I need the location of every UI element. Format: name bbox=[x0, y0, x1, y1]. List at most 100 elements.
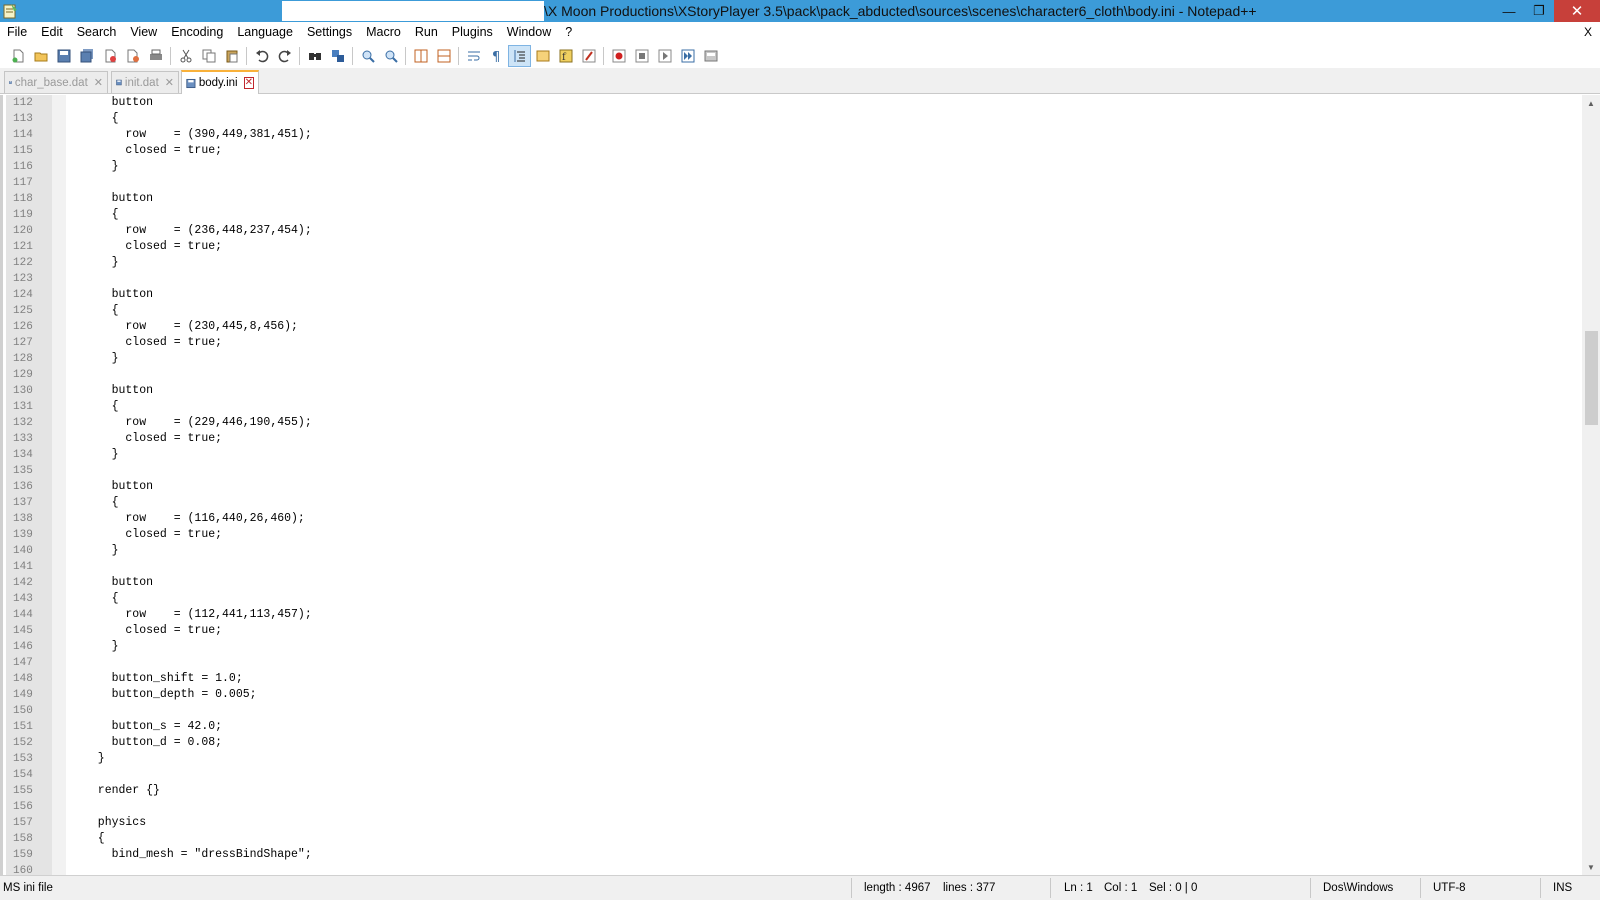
close-file-button[interactable] bbox=[98, 45, 121, 67]
line-text: button_s = 42.0; bbox=[84, 720, 223, 733]
line-number: 135 bbox=[13, 465, 33, 477]
line-text: row = (229,446,190,455); bbox=[84, 416, 312, 429]
status-lines: lines : 377 bbox=[943, 882, 996, 894]
line-number: 112 bbox=[13, 97, 33, 109]
code-line: 112 button bbox=[3, 95, 1583, 111]
line-number: 160 bbox=[13, 865, 33, 875]
line-text: closed = true; bbox=[84, 336, 223, 349]
code-line: 143 { bbox=[3, 591, 1583, 607]
title-bar: \X Moon Productions\XStoryPlayer 3.5\pac… bbox=[0, 0, 1600, 22]
saved-file-icon bbox=[9, 81, 12, 84]
redo-button[interactable] bbox=[273, 45, 296, 67]
open-file-button[interactable] bbox=[29, 45, 52, 67]
close-document-button[interactable]: X bbox=[1584, 25, 1592, 39]
toolbar-separator bbox=[603, 46, 604, 65]
paste-button[interactable] bbox=[220, 45, 243, 67]
menu-plugins[interactable]: Plugins bbox=[445, 22, 500, 43]
code-line: 116 } bbox=[3, 159, 1583, 175]
line-number: 138 bbox=[13, 513, 33, 525]
tab-close-icon[interactable]: ✕ bbox=[94, 76, 103, 89]
replace-button[interactable] bbox=[326, 45, 349, 67]
run-macro-multiple-button[interactable] bbox=[676, 45, 699, 67]
line-text: closed = true; bbox=[84, 624, 223, 637]
line-text: button bbox=[84, 96, 154, 109]
minimize-button[interactable]: — bbox=[1494, 0, 1524, 22]
line-number: 115 bbox=[13, 145, 33, 157]
tab-char-base-dat[interactable]: char_base.dat ✕ bbox=[4, 71, 108, 93]
tab-body-ini[interactable]: body.ini ✕ bbox=[181, 70, 259, 94]
folder-as-workspace-button[interactable] bbox=[577, 45, 600, 67]
scrollbar-thumb[interactable] bbox=[1585, 331, 1598, 425]
line-text: bind_mesh = "dressBindShape"; bbox=[84, 848, 312, 861]
menu-encoding[interactable]: Encoding bbox=[164, 22, 230, 43]
zoom-in-icon bbox=[362, 50, 375, 63]
stop-macro-button[interactable] bbox=[630, 45, 653, 67]
line-text: closed = true; bbox=[84, 240, 223, 253]
close-all-button[interactable] bbox=[121, 45, 144, 67]
menu-language[interactable]: Language bbox=[230, 22, 300, 43]
code-line: 159 bind_mesh = "dressBindShape"; bbox=[3, 847, 1583, 863]
code-line: 136 button bbox=[3, 479, 1583, 495]
line-text: button_d = 0.08; bbox=[84, 736, 223, 749]
zoom-out-icon bbox=[385, 50, 398, 63]
line-number: 149 bbox=[13, 689, 33, 701]
code-line: 152 button_d = 0.08; bbox=[3, 735, 1583, 751]
code-line: 160 bbox=[3, 863, 1583, 875]
menu-run[interactable]: Run bbox=[408, 22, 445, 43]
menu-settings[interactable]: Settings bbox=[300, 22, 359, 43]
line-text: { bbox=[84, 496, 119, 509]
sync-vertical-button[interactable] bbox=[409, 45, 432, 67]
window-controls: — ❐ ✕ bbox=[1494, 0, 1600, 22]
cut-button[interactable] bbox=[174, 45, 197, 67]
line-number: 118 bbox=[13, 193, 33, 205]
line-number: 117 bbox=[13, 177, 33, 189]
vertical-scrollbar[interactable]: ▲ ▼ bbox=[1582, 95, 1600, 875]
menu-file[interactable]: File bbox=[0, 22, 34, 43]
sync-horizontal-button[interactable] bbox=[432, 45, 455, 67]
scroll-down-arrow-icon[interactable]: ▼ bbox=[1582, 859, 1600, 875]
find-icon bbox=[308, 52, 321, 60]
menu-help[interactable]: ? bbox=[558, 22, 579, 43]
tab-close-icon[interactable]: ✕ bbox=[243, 77, 254, 89]
restore-button[interactable]: ❐ bbox=[1524, 0, 1554, 22]
code-line: 144 row = (112,441,113,457); bbox=[3, 607, 1583, 623]
undo-button[interactable] bbox=[250, 45, 273, 67]
tab-close-icon[interactable]: ✕ bbox=[165, 76, 174, 89]
line-number: 126 bbox=[13, 321, 33, 333]
code-line: 113 { bbox=[3, 111, 1583, 127]
editor-area[interactable]: 112 button 113 {114 row = (390,449,381,45… bbox=[0, 95, 1600, 875]
line-text: row = (230,445,8,456); bbox=[84, 320, 298, 333]
indent-guide-button[interactable] bbox=[508, 44, 531, 67]
tab-label: init.dat bbox=[124, 76, 159, 89]
play-macro-button[interactable] bbox=[653, 45, 676, 67]
scroll-up-arrow-icon[interactable]: ▲ bbox=[1582, 95, 1600, 111]
menu-macro[interactable]: Macro bbox=[359, 22, 408, 43]
tab-init-dat[interactable]: init.dat ✕ bbox=[111, 71, 179, 93]
code-line: 142 button bbox=[3, 575, 1583, 591]
menu-search[interactable]: Search bbox=[70, 22, 124, 43]
function-list-button[interactable]: f bbox=[554, 45, 577, 67]
line-number: 151 bbox=[13, 721, 33, 733]
menu-view[interactable]: View bbox=[123, 22, 164, 43]
save-macro-button[interactable] bbox=[699, 45, 722, 67]
show-all-characters-button[interactable]: ¶ bbox=[485, 45, 508, 67]
zoom-out-button[interactable] bbox=[379, 45, 402, 67]
record-macro-button[interactable] bbox=[607, 45, 630, 67]
word-wrap-button[interactable] bbox=[462, 45, 485, 67]
code-line: 131 { bbox=[3, 399, 1583, 415]
code-line: 117 bbox=[3, 175, 1583, 191]
copy-button[interactable] bbox=[197, 45, 220, 67]
save-all-button[interactable] bbox=[75, 45, 98, 67]
line-text: { bbox=[84, 400, 119, 413]
new-file-button[interactable] bbox=[6, 45, 29, 67]
save-button[interactable] bbox=[52, 45, 75, 67]
zoom-in-button[interactable] bbox=[356, 45, 379, 67]
menu-edit[interactable]: Edit bbox=[34, 22, 70, 43]
find-button[interactable] bbox=[303, 45, 326, 67]
notepad-plus-plus-logo-icon bbox=[3, 4, 17, 19]
document-map-button[interactable] bbox=[531, 45, 554, 67]
close-window-button[interactable]: ✕ bbox=[1554, 0, 1600, 22]
menu-window[interactable]: Window bbox=[500, 22, 558, 43]
print-button[interactable] bbox=[144, 45, 167, 67]
status-separator bbox=[1420, 878, 1421, 898]
